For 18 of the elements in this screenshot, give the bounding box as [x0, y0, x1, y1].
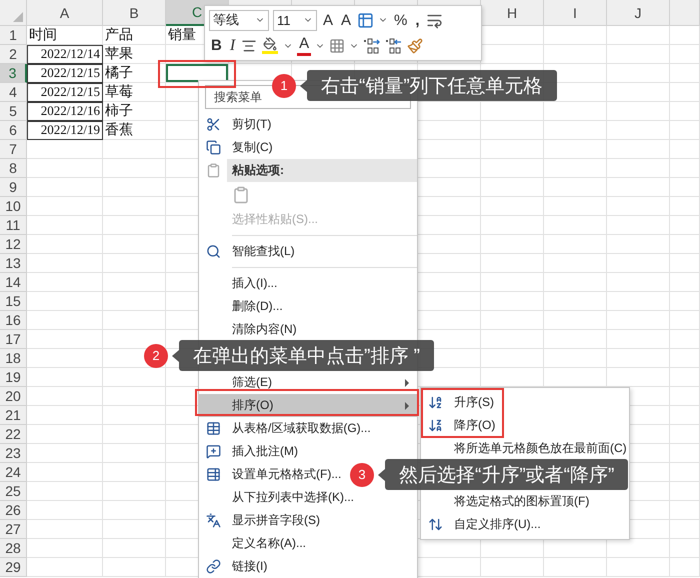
step-number-badge: 1: [272, 74, 296, 98]
callout-tooltip: 然后选择“升序”或者“降序”: [385, 459, 628, 490]
table-cell: 2022/12/14: [27, 45, 103, 64]
table-cell: 2022/12/16: [27, 102, 103, 121]
callout-tooltip: 在弹出的菜单中点击”排序 ”: [179, 340, 434, 371]
table-cell: 产品: [103, 26, 166, 45]
table-cell: 时间: [27, 26, 103, 45]
menu-section-header: 粘贴选项:: [227, 159, 417, 182]
table-cell: 苹果: [103, 45, 166, 64]
table-cell: 柿子: [103, 102, 166, 121]
table-cell: 草莓: [103, 83, 166, 102]
table-cell: 香蕉: [103, 121, 166, 140]
callout-tooltip: 右击“销量”列下任意单元格: [307, 70, 557, 101]
table-cell: 橘子: [103, 64, 166, 83]
table-cell: 2022/12/15: [27, 83, 103, 102]
table-cell: 2022/12/19: [27, 121, 103, 140]
table-cell: 2022/12/15: [27, 64, 103, 83]
step-number-badge: 2: [144, 344, 168, 368]
